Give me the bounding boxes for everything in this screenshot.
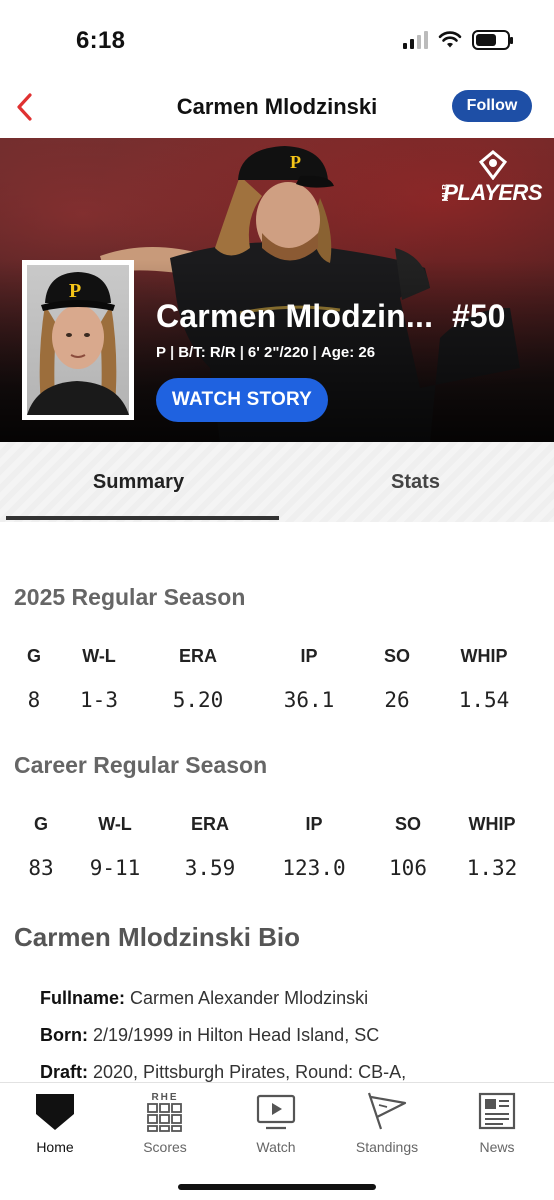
stat-value: 3.59 <box>184 856 236 880</box>
bio-label: Draft: <box>40 1062 88 1082</box>
season-stats-header: G W-L ERA IP SO WHIP <box>0 646 554 676</box>
nav-home[interactable]: Home <box>5 1089 105 1155</box>
player-name: Carmen Mlodzin... <box>156 298 434 334</box>
tab-summary[interactable]: Summary <box>0 442 279 522</box>
stat-header: ERA <box>178 646 218 666</box>
season-stats-title: 2025 Regular Season <box>14 584 246 610</box>
stat-value: 5.20 <box>172 688 224 712</box>
bio-value: 2020, Pittsburgh Pirates, Round: CB-A, <box>93 1062 407 1082</box>
mlbpa-shield-icon <box>478 150 507 180</box>
bio-title: Carmen Mlodzinski Bio <box>14 922 301 952</box>
bio-fullname: Fullname: Carmen Alexander Mlodzinski <box>40 988 368 1009</box>
player-number: #50 <box>452 298 506 334</box>
career-stats-title: Career Regular Season <box>14 752 268 778</box>
wifi-icon <box>438 31 462 48</box>
stat-value: 1.32 <box>466 856 518 880</box>
nav-watch[interactable]: Watch <box>226 1089 326 1155</box>
stat-header: IP <box>305 814 323 834</box>
mlb-players-logo: PLAYERS MLB <box>441 150 542 206</box>
stat-value: 8 <box>27 688 41 712</box>
nav-standings-label: Standings <box>355 1139 419 1155</box>
stat-header: SO <box>394 814 422 834</box>
season-stats-values: 8 1-3 5.20 36.1 26 1.54 <box>0 688 554 718</box>
stat-header: WHIP <box>468 814 516 834</box>
bio-value: 2/19/1999 in Hilton Head Island, SC <box>93 1025 380 1045</box>
bio-draft: Draft: 2020, Pittsburgh Pirates, Round: … <box>40 1062 406 1082</box>
stat-value: 1-3 <box>80 688 118 712</box>
nav-scores[interactable]: RHE Scores <box>115 1089 215 1155</box>
stat-header: W-L <box>82 646 116 666</box>
tab-bar: Summary Stats <box>0 442 554 522</box>
stat-value: 9-11 <box>89 856 141 880</box>
summary-content: 2025 Regular Season G W-L ERA IP SO WHIP… <box>0 522 554 1082</box>
home-plate-icon <box>36 1094 74 1130</box>
player-position: P <box>156 344 167 361</box>
player-bats-throws: B/T: R/R <box>178 344 236 361</box>
bio-value: Carmen Alexander Mlodzinski <box>130 988 369 1008</box>
svg-text:P: P <box>69 280 81 302</box>
bottom-tab-bar: Home RHE Scores Watch Standings News <box>0 1082 554 1200</box>
stat-header: WHIP <box>460 646 508 666</box>
watch-story-button[interactable]: WATCH STORY <box>156 378 328 422</box>
newspaper-icon <box>478 1092 516 1130</box>
stat-value: 1.54 <box>458 688 510 712</box>
scoreboard-icon: RHE <box>147 1092 182 1132</box>
tab-stats[interactable]: Stats <box>277 442 554 522</box>
stat-value: 83 <box>28 856 54 880</box>
bio-label: Born: <box>40 1025 88 1045</box>
home-indicator <box>178 1184 376 1190</box>
stat-header: G <box>33 814 49 834</box>
stat-value: 26 <box>384 688 410 712</box>
cellular-signal-icon <box>403 31 428 49</box>
player-headshot: P <box>22 260 134 420</box>
player-height-weight: 6' 2"/220 <box>247 344 309 361</box>
nav-home-label: Home <box>36 1139 74 1155</box>
nav-scores-label: Scores <box>143 1139 187 1155</box>
headshot-image: P <box>27 272 129 415</box>
stat-header: IP <box>300 646 318 666</box>
bio-label: Fullname: <box>40 988 126 1008</box>
stat-value: 123.0 <box>282 856 346 880</box>
stat-header: W-L <box>98 814 132 834</box>
career-stats-values: 83 9-11 3.59 123.0 106 1.32 <box>0 856 554 886</box>
brand-text: PLAYERS <box>443 180 542 205</box>
nav-header: Carmen Mlodzinski Follow <box>0 80 554 136</box>
status-time: 6:18 <box>76 27 126 54</box>
status-icons <box>403 30 513 50</box>
nav-watch-label: Watch <box>256 1139 296 1155</box>
stat-value: 106 <box>389 856 427 880</box>
pennant-flag-icon <box>367 1092 407 1130</box>
meta-divider: | <box>239 344 244 361</box>
stat-header: SO <box>383 646 411 666</box>
player-age: Age: 26 <box>320 344 376 361</box>
meta-divider: | <box>312 344 317 361</box>
stat-header: G <box>26 646 42 666</box>
career-stats-header: G W-L ERA IP SO WHIP <box>0 814 554 844</box>
nav-news[interactable]: News <box>447 1089 547 1155</box>
status-bar: 6:18 <box>0 0 554 80</box>
brand-small-text: MLB <box>441 184 451 202</box>
bio-born: Born: 2/19/1999 in Hilton Head Island, S… <box>40 1025 379 1046</box>
player-meta: P | B/T: R/R | 6' 2"/220 | Age: 26 <box>156 344 375 361</box>
stat-header: ERA <box>190 814 230 834</box>
meta-divider: | <box>170 344 175 361</box>
nav-standings[interactable]: Standings <box>337 1089 437 1155</box>
player-hero: P PLAYERS MLB P Carmen <box>0 138 554 442</box>
follow-button[interactable]: Follow <box>452 90 532 122</box>
nav-news-label: News <box>479 1139 515 1155</box>
stat-value: 36.1 <box>283 688 335 712</box>
battery-icon <box>472 30 513 50</box>
play-video-icon <box>256 1094 296 1130</box>
svg-text:RHE: RHE <box>151 1092 178 1103</box>
